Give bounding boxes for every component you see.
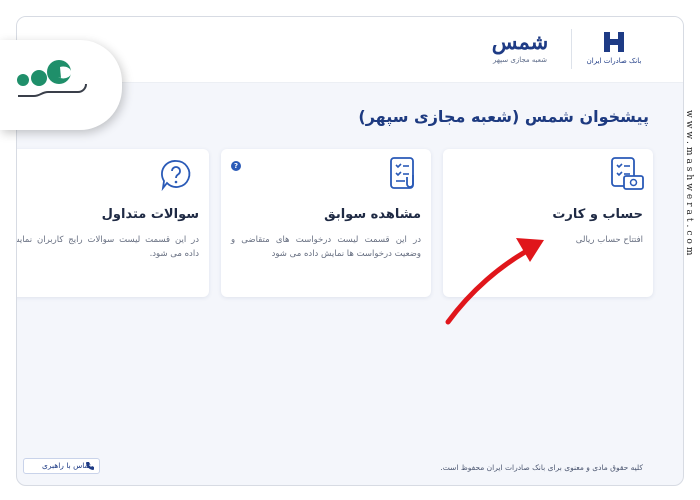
- bank-name: بانک صادرات ایران: [586, 57, 642, 65]
- card-faq[interactable]: سوالات متداول در این قسمت لیست سوالات را…: [16, 149, 209, 297]
- card-faq-title: سوالات متداول: [101, 207, 199, 222]
- card-faq-description: در این قسمت لیست سوالات رایج کاربران نما…: [16, 235, 199, 259]
- card-account-title: حساب و کارت: [552, 207, 643, 222]
- bank-logo[interactable]: بانک صادرات ایران: [583, 29, 645, 71]
- card-history-title: مشاهده سوابق: [324, 207, 421, 222]
- logo-divider: [571, 29, 572, 69]
- card-history[interactable]: ? مشاهده سوابق در این قسمت لیست درخواست …: [221, 149, 431, 297]
- contact-support-label: تماس با راهبری: [42, 461, 91, 470]
- card-account-description: افتتاح حساب ریالی: [575, 235, 643, 245]
- history-document-icon: [390, 157, 414, 189]
- account-card-icon: [611, 157, 644, 190]
- watermark-badge: [0, 40, 122, 130]
- info-badge[interactable]: ?: [231, 161, 241, 171]
- contact-support-button[interactable]: تماس با راهبری: [23, 458, 100, 474]
- shams-subtitle: شعبه مجازی سپهر: [493, 56, 547, 64]
- shams-title: شمس: [491, 29, 550, 54]
- card-history-description: در این قسمت لیست درخواست های متقاضی و وض…: [231, 235, 421, 259]
- phone-icon: [85, 462, 94, 470]
- shams-logo[interactable]: شمس شعبه مجازی سپهر: [485, 31, 555, 73]
- bank-saderat-logo-icon: [604, 32, 624, 52]
- question-icon: [161, 160, 191, 192]
- footer-copyright: کلیه حقوق مادی و معنوی برای بانک صادرات …: [440, 463, 643, 472]
- mashwerat-logo-icon: [17, 60, 87, 97]
- card-account[interactable]: حساب و کارت افتتاح حساب ریالی: [443, 149, 653, 297]
- side-url-watermark: www.mashwerat.com: [684, 110, 694, 259]
- page-title: پیشخوان شمس (شعبه مجازی سپهر): [358, 107, 649, 126]
